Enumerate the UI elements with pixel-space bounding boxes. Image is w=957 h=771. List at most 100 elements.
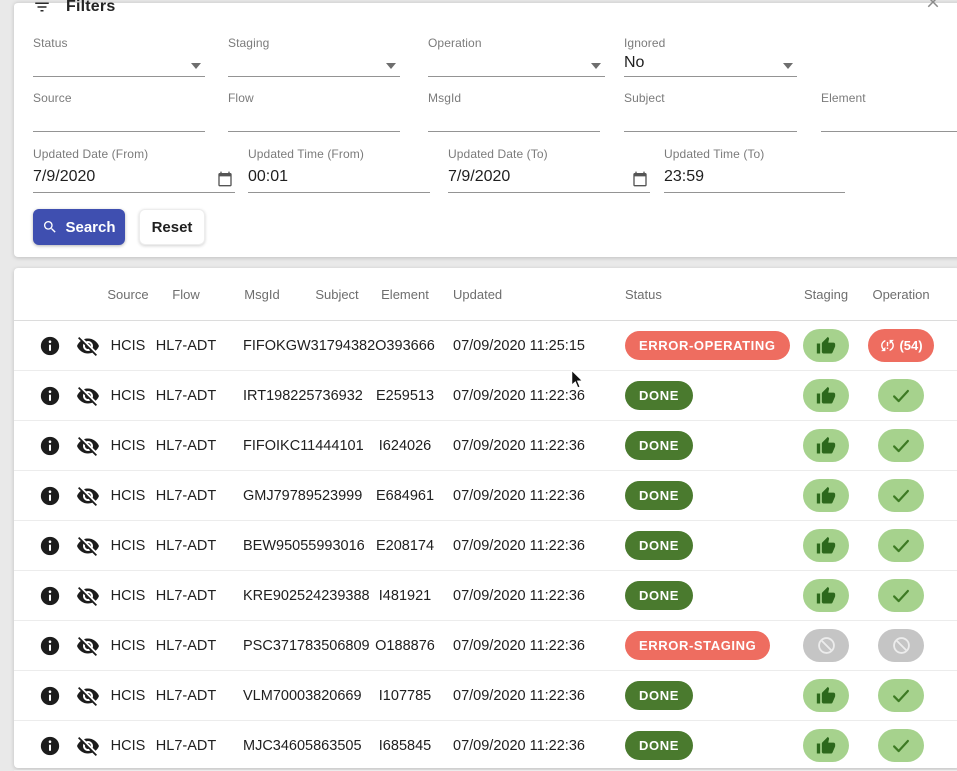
cell-element: E259513 <box>372 388 438 404</box>
row-info-cell <box>29 535 70 557</box>
calendar-icon[interactable] <box>217 171 233 187</box>
status-badge: ERROR-OPERATING <box>625 331 790 360</box>
operation-done-button[interactable] <box>878 529 924 562</box>
eye-off-icon[interactable] <box>76 434 100 458</box>
cell-status: DONE <box>606 531 796 560</box>
staging-approve-button[interactable] <box>803 379 849 412</box>
cell-updated: 07/09/2020 11:22:36 <box>438 488 606 504</box>
status-badge: DONE <box>625 481 693 510</box>
info-icon[interactable] <box>39 685 61 707</box>
info-icon[interactable] <box>39 585 61 607</box>
thumb-up-icon <box>816 336 836 356</box>
row-info-cell <box>29 335 70 357</box>
eye-off-icon[interactable] <box>76 384 100 408</box>
operation-done-button[interactable] <box>878 379 924 412</box>
updated-time-from-input[interactable]: Updated Time (From) 00:01 <box>248 147 430 193</box>
col-operation: Operation <box>856 287 946 302</box>
cell-source: HCIS <box>106 538 150 554</box>
chevron-down-icon <box>386 63 396 69</box>
reset-button-label: Reset <box>152 219 193 236</box>
cell-flow: HL7-ADT <box>150 588 222 604</box>
cell-flow: HL7-ADT <box>150 538 222 554</box>
cell-status: ERROR-OPERATING <box>606 331 796 360</box>
cell-status: ERROR-STAGING <box>606 631 796 660</box>
cell-operation <box>856 429 946 462</box>
info-icon[interactable] <box>39 485 61 507</box>
operation-done-button[interactable] <box>878 579 924 612</box>
cell-operation <box>856 479 946 512</box>
row-info-cell <box>29 485 70 507</box>
cell-operation <box>856 679 946 712</box>
ignored-select[interactable]: Ignored No <box>624 36 797 77</box>
operation-retry-button[interactable]: (54) <box>868 329 933 362</box>
status-select[interactable]: Status <box>33 36 205 77</box>
element-input[interactable]: Element <box>821 91 957 132</box>
staging-select[interactable]: Staging <box>228 36 400 77</box>
staging-approve-button[interactable] <box>803 529 849 562</box>
thumb-up-icon <box>816 536 836 556</box>
table-row: HCISHL7-ADTMJC34605863505I68584507/09/20… <box>14 721 957 771</box>
col-flow: Flow <box>150 287 222 302</box>
flow-input[interactable]: Flow <box>228 91 400 132</box>
cell-flow: HL7-ADT <box>150 638 222 654</box>
eye-off-icon[interactable] <box>76 684 100 708</box>
updated-date-to-label: Updated Date (To) <box>448 147 548 161</box>
cell-msgid: GMJ79789523999 <box>222 488 302 504</box>
cell-source: HCIS <box>106 588 150 604</box>
cell-status: DONE <box>606 731 796 760</box>
staging-approve-button[interactable] <box>803 429 849 462</box>
row-info-cell <box>29 385 70 407</box>
cell-updated: 07/09/2020 11:22:36 <box>438 738 606 754</box>
operation-done-button[interactable] <box>878 679 924 712</box>
staging-approve-button[interactable] <box>803 329 849 362</box>
info-icon[interactable] <box>39 435 61 457</box>
eye-off-icon[interactable] <box>76 484 100 508</box>
subject-input[interactable]: Subject <box>624 91 797 132</box>
check-icon <box>890 485 912 507</box>
operation-done-button[interactable] <box>878 429 924 462</box>
search-button[interactable]: Search <box>33 209 125 245</box>
info-icon[interactable] <box>39 335 61 357</box>
filters-header: Filters <box>33 0 115 17</box>
eye-off-icon[interactable] <box>76 334 100 358</box>
eye-off-icon[interactable] <box>76 534 100 558</box>
updated-date-to-input[interactable]: Updated Date (To) 7/9/2020 <box>448 147 650 193</box>
cell-source: HCIS <box>106 738 150 754</box>
operation-select[interactable]: Operation <box>428 36 605 77</box>
staging-approve-button[interactable] <box>803 479 849 512</box>
ignored-label: Ignored <box>624 36 665 50</box>
cell-staging <box>796 429 856 462</box>
info-icon[interactable] <box>39 635 61 657</box>
eye-off-icon[interactable] <box>76 634 100 658</box>
operation-done-button[interactable] <box>878 479 924 512</box>
table-row: HCISHL7-ADTIRT198225736932E25951307/09/2… <box>14 371 957 421</box>
eye-off-icon[interactable] <box>76 734 100 758</box>
operation-done-button[interactable] <box>878 729 924 762</box>
eye-off-icon[interactable] <box>76 584 100 608</box>
info-icon[interactable] <box>39 535 61 557</box>
close-icon[interactable] <box>924 0 942 11</box>
table-row: HCISHL7-ADTPSC371783506809O18887607/09/2… <box>14 621 957 671</box>
staging-approve-button[interactable] <box>803 729 849 762</box>
filter-list-icon <box>33 0 51 16</box>
status-badge: DONE <box>625 531 693 560</box>
info-icon[interactable] <box>39 735 61 757</box>
source-input[interactable]: Source <box>33 91 205 132</box>
updated-date-from-value: 7/9/2020 <box>33 168 95 186</box>
staging-approve-button[interactable] <box>803 679 849 712</box>
reset-button[interactable]: Reset <box>139 209 205 245</box>
operation-blocked-button[interactable] <box>878 629 924 662</box>
cell-staging <box>796 329 856 362</box>
updated-time-to-value: 23:59 <box>664 168 704 186</box>
info-icon[interactable] <box>39 385 61 407</box>
staging-blocked-button[interactable] <box>803 629 849 662</box>
staging-approve-button[interactable] <box>803 579 849 612</box>
cell-msgid: FIFOKGW31794382 <box>222 338 302 354</box>
col-status: Status <box>606 287 796 302</box>
ignored-value: No <box>624 54 644 72</box>
updated-time-to-input[interactable]: Updated Time (To) 23:59 <box>664 147 845 193</box>
calendar-icon[interactable] <box>632 171 648 187</box>
updated-date-from-input[interactable]: Updated Date (From) 7/9/2020 <box>33 147 235 193</box>
msgid-input[interactable]: MsgId <box>428 91 600 132</box>
cell-status: DONE <box>606 581 796 610</box>
